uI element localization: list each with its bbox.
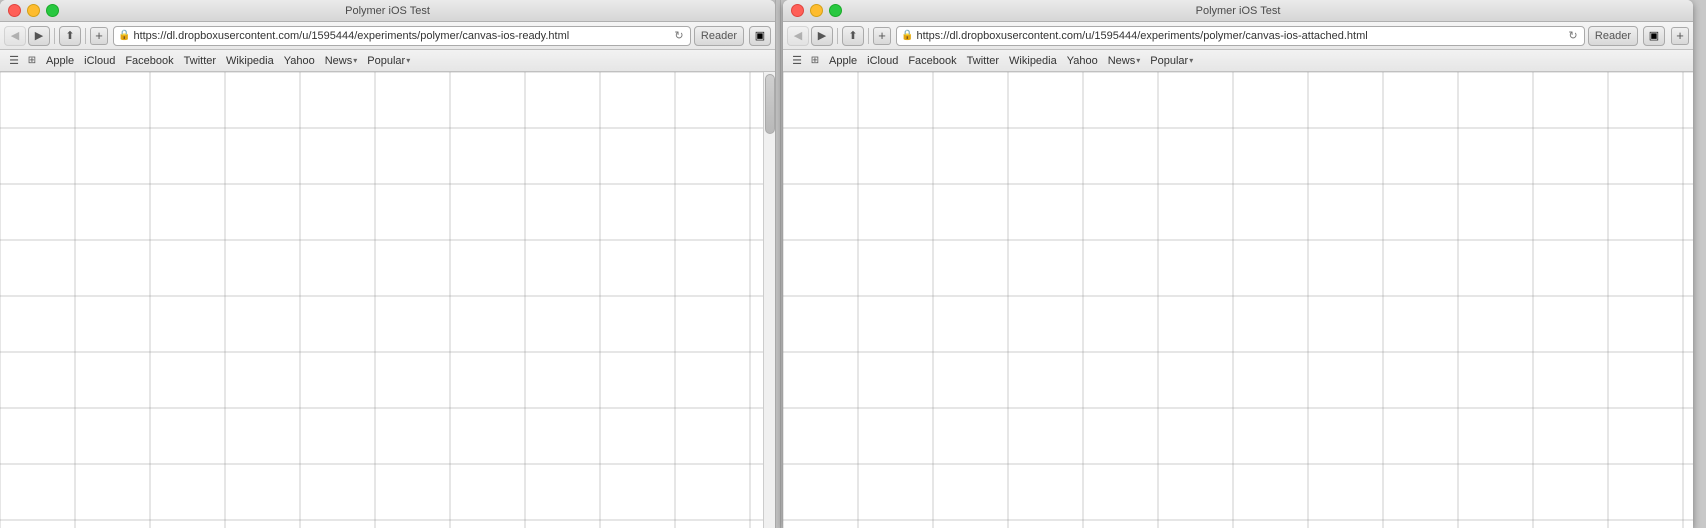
bookmark-popular-left[interactable]: Popular ▾ xyxy=(363,55,414,67)
address-text-right: https://dl.dropboxusercontent.com/u/1595… xyxy=(916,30,1562,42)
title-bar-left: Polymer iOS Test xyxy=(0,0,775,22)
minimize-button-right[interactable] xyxy=(810,4,823,17)
bookmark-icloud-left[interactable]: iCloud xyxy=(80,55,119,67)
address-bar-container-right: 🔒 https://dl.dropboxusercontent.com/u/15… xyxy=(896,26,1638,46)
scrollbar-thumb-left[interactable] xyxy=(765,74,775,134)
bookmark-yahoo-left[interactable]: Yahoo xyxy=(280,55,319,67)
add-tab-button-left[interactable]: + xyxy=(90,27,108,45)
bookmarks-bar-left: ☰ ⊞ Apple iCloud Facebook Twitter Wikipe… xyxy=(0,50,775,72)
browser-window-right: Polymer iOS Test ◀ ▶ ⬆ + 🔒 https://dl.dr… xyxy=(783,0,1693,528)
camera-button-left[interactable]: ▣ xyxy=(749,26,771,46)
back-button-left[interactable]: ◀ xyxy=(4,26,26,46)
back-icon-left: ◀ xyxy=(11,29,19,42)
camera-icon-left: ▣ xyxy=(755,29,765,42)
address-bar-right[interactable]: 🔒 https://dl.dropboxusercontent.com/u/15… xyxy=(896,26,1585,46)
window-divider xyxy=(775,0,781,528)
address-bar-left[interactable]: 🔒 https://dl.dropboxusercontent.com/u/15… xyxy=(113,26,691,46)
share-icon-right: ⬆ xyxy=(848,29,857,42)
share-button-left[interactable]: ⬆ xyxy=(59,26,81,46)
window-controls-left xyxy=(8,4,59,17)
separator2-left xyxy=(85,28,86,44)
scrollbar-left[interactable] xyxy=(763,72,775,528)
bookmarks-bar-right: ☰ ⊞ Apple iCloud Facebook Twitter Wikipe… xyxy=(783,50,1693,72)
window-title-left: Polymer iOS Test xyxy=(345,5,430,17)
maximize-button-left[interactable] xyxy=(46,4,59,17)
forward-icon-left: ▶ xyxy=(35,29,43,42)
add-tab-button-right[interactable]: + xyxy=(873,27,891,45)
window-controls-right xyxy=(791,4,842,17)
bookmark-list-icon-right[interactable]: ☰ xyxy=(789,53,805,69)
back-icon-right: ◀ xyxy=(794,29,802,42)
separator-right xyxy=(837,28,838,44)
back-button-right[interactable]: ◀ xyxy=(787,26,809,46)
news-chevron-left: ▾ xyxy=(353,56,357,65)
close-button-right[interactable] xyxy=(791,4,804,17)
bookmark-wikipedia-left[interactable]: Wikipedia xyxy=(222,55,278,67)
address-bar-container-left: 🔒 https://dl.dropboxusercontent.com/u/15… xyxy=(113,26,744,46)
bookmark-popular-right[interactable]: Popular ▾ xyxy=(1146,55,1197,67)
content-area-left xyxy=(0,72,775,528)
bookmark-news-right[interactable]: News ▾ xyxy=(1104,55,1145,67)
reader-button-right[interactable]: Reader xyxy=(1588,26,1638,46)
refresh-icon-right[interactable]: ↻ xyxy=(1566,29,1580,43)
toolbar-left: ◀ ▶ ⬆ + 🔒 https://dl.dropboxusercontent.… xyxy=(0,22,775,50)
separator2-right xyxy=(868,28,869,44)
bookmark-yahoo-right[interactable]: Yahoo xyxy=(1063,55,1102,67)
lock-icon-right: 🔒 xyxy=(901,30,913,41)
browser-window-left: Polymer iOS Test ◀ ▶ ⬆ + 🔒 https://dl.dr… xyxy=(0,0,775,528)
bookmark-wikipedia-right[interactable]: Wikipedia xyxy=(1005,55,1061,67)
popular-chevron-right: ▾ xyxy=(1189,56,1193,65)
separator-left xyxy=(54,28,55,44)
share-button-right[interactable]: ⬆ xyxy=(842,26,864,46)
bookmark-list-icon-left[interactable]: ☰ xyxy=(6,53,22,69)
lock-icon-left: 🔒 xyxy=(118,30,130,41)
popular-chevron-left: ▾ xyxy=(406,56,410,65)
tab-add-icon-right: + xyxy=(1676,29,1684,42)
news-chevron-right: ▾ xyxy=(1136,56,1140,65)
address-text-left: https://dl.dropboxusercontent.com/u/1595… xyxy=(133,30,668,42)
bookmark-apple-right[interactable]: Apple xyxy=(825,55,861,67)
forward-button-left[interactable]: ▶ xyxy=(28,26,50,46)
bookmark-icloud-right[interactable]: iCloud xyxy=(863,55,902,67)
reader-button-left[interactable]: Reader xyxy=(694,26,744,46)
maximize-button-right[interactable] xyxy=(829,4,842,17)
toolbar-right: ◀ ▶ ⬆ + 🔒 https://dl.dropboxusercontent.… xyxy=(783,22,1693,50)
content-area-right xyxy=(783,72,1693,528)
add-tab-icon-right: + xyxy=(878,29,886,42)
camera-icon-right: ▣ xyxy=(1649,29,1659,42)
bookmark-facebook-left[interactable]: Facebook xyxy=(121,55,177,67)
close-button-left[interactable] xyxy=(8,4,21,17)
bookmark-apple-left[interactable]: Apple xyxy=(42,55,78,67)
refresh-icon-left[interactable]: ↻ xyxy=(672,29,686,43)
camera-button-right[interactable]: ▣ xyxy=(1643,26,1665,46)
forward-icon-right: ▶ xyxy=(818,29,826,42)
grid-canvas-left xyxy=(0,72,775,528)
bookmark-facebook-right[interactable]: Facebook xyxy=(904,55,960,67)
add-tab-icon-left: + xyxy=(95,29,103,42)
grid-icon-right[interactable]: ⊞ xyxy=(807,53,823,69)
bookmark-twitter-left[interactable]: Twitter xyxy=(180,55,220,67)
forward-button-right[interactable]: ▶ xyxy=(811,26,833,46)
grid-icon-left[interactable]: ⊞ xyxy=(24,53,40,69)
title-bar-right: Polymer iOS Test xyxy=(783,0,1693,22)
bookmark-twitter-right[interactable]: Twitter xyxy=(963,55,1003,67)
bookmark-news-left[interactable]: News ▾ xyxy=(321,55,362,67)
window-title-right: Polymer iOS Test xyxy=(1196,5,1281,17)
share-icon-left: ⬆ xyxy=(65,29,74,42)
minimize-button-left[interactable] xyxy=(27,4,40,17)
grid-canvas-right xyxy=(783,72,1693,528)
tab-add-button-right[interactable]: + xyxy=(1671,27,1689,45)
